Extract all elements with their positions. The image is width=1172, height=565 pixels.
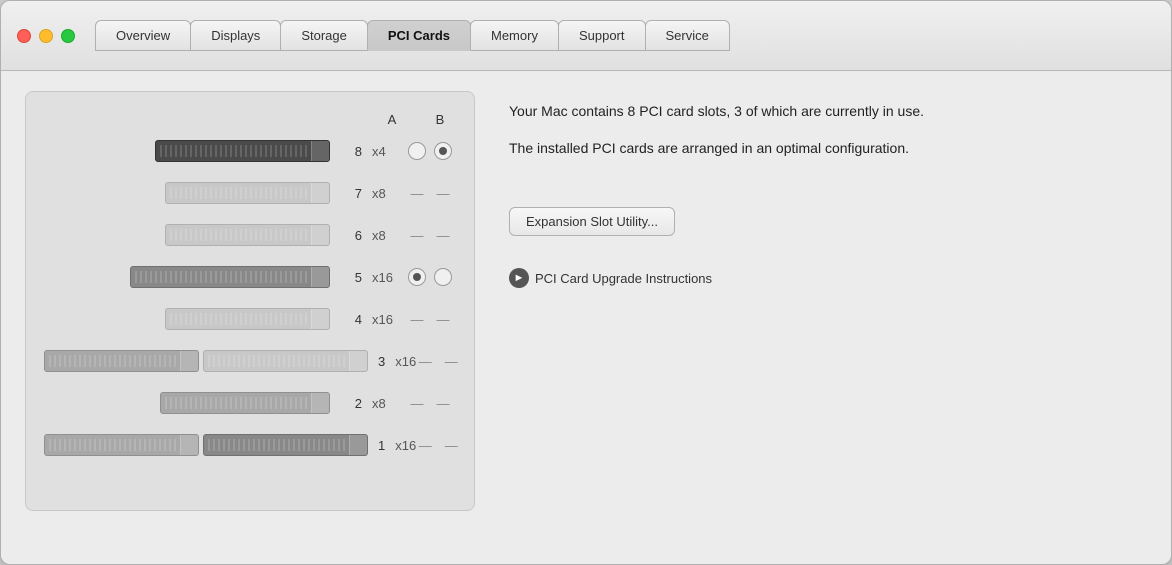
tab-bar: OverviewDisplaysStoragePCI CardsMemorySu… <box>95 20 729 51</box>
tab-overview[interactable]: Overview <box>95 20 191 51</box>
col-b-label: B <box>430 112 450 127</box>
slot-row-7: 7x8—— <box>44 177 456 209</box>
upgrade-link-label: PCI Card Upgrade Instructions <box>535 271 712 286</box>
pci-card-right-4 <box>165 308 330 330</box>
upgrade-instructions-link[interactable]: ► PCI Card Upgrade Instructions <box>509 268 1137 288</box>
slot-speed-8: x4 <box>372 144 404 159</box>
slot-indicators-1: —— <box>416 438 460 453</box>
slot-number-6: 6 <box>340 228 362 243</box>
pci-card-right-6 <box>165 224 330 246</box>
tab-service[interactable]: Service <box>645 20 730 51</box>
slot-number-2: 2 <box>340 396 362 411</box>
slot-a-dash-7: — <box>408 186 426 201</box>
slot-b-radio-8[interactable] <box>434 142 452 160</box>
slot-a-dash-2: — <box>408 396 426 411</box>
info-text: Your Mac contains 8 PCI card slots, 3 of… <box>509 101 1137 175</box>
slot-b-dash-6: — <box>434 228 452 243</box>
slot-a-dash-4: — <box>408 312 426 327</box>
slot-indicators-5 <box>404 268 456 286</box>
toolbar: OverviewDisplaysStoragePCI CardsMemorySu… <box>1 1 1171 71</box>
slot-cards-4 <box>44 308 330 330</box>
slot-b-dash-3: — <box>442 354 460 369</box>
slot-cards-8 <box>44 140 330 162</box>
slot-number-4: 4 <box>340 312 362 327</box>
slot-speed-1: x16 <box>395 438 416 453</box>
slot-speed-3: x16 <box>395 354 416 369</box>
tab-storage[interactable]: Storage <box>280 20 368 51</box>
slot-a-radio-5[interactable] <box>408 268 426 286</box>
pci-card-left-1 <box>44 434 199 456</box>
slot-indicators-8 <box>404 142 456 160</box>
tab-displays[interactable]: Displays <box>190 20 281 51</box>
pci-card-right-1 <box>203 434 368 456</box>
slot-b-dash-7: — <box>434 186 452 201</box>
tab-pci-cards[interactable]: PCI Cards <box>367 20 471 51</box>
description-2: The installed PCI cards are arranged in … <box>509 138 1137 159</box>
slot-b-dash-1: — <box>442 438 460 453</box>
slot-b-dash-4: — <box>434 312 452 327</box>
close-button[interactable] <box>17 29 31 43</box>
slot-indicators-4: —— <box>404 312 456 327</box>
expansion-slot-utility-button[interactable]: Expansion Slot Utility... <box>509 207 675 236</box>
upgrade-icon: ► <box>509 268 529 288</box>
slot-cards-2 <box>44 392 330 414</box>
pci-card-right-8 <box>155 140 330 162</box>
slot-cards-7 <box>44 182 330 204</box>
slot-a-dash-6: — <box>408 228 426 243</box>
pci-card-right-2 <box>160 392 330 414</box>
pci-panel: A B 8x47x8——6x8——5x164x16——3x16——2x8——1x… <box>25 91 475 511</box>
slot-indicators-7: —— <box>404 186 456 201</box>
slot-row-5: 5 x16 <box>44 261 456 293</box>
minimize-button[interactable] <box>39 29 53 43</box>
slot-number-7: 7 <box>340 186 362 201</box>
slot-number-1: 1 <box>378 438 385 453</box>
info-panel: Your Mac contains 8 PCI card slots, 3 of… <box>499 91 1147 288</box>
slot-speed-5: x16 <box>372 270 404 285</box>
slot-row-3: 3x16—— <box>44 345 456 377</box>
slot-speed-6: x8 <box>372 228 404 243</box>
pci-card-left-3 <box>44 350 199 372</box>
slot-number-3: 3 <box>378 354 385 369</box>
maximize-button[interactable] <box>61 29 75 43</box>
slots-header: A B <box>44 112 456 127</box>
slots-container: 8x47x8——6x8——5x164x16——3x16——2x8——1x16—— <box>44 135 456 461</box>
slot-cards-5 <box>44 266 330 288</box>
slot-indicators-2: —— <box>404 396 456 411</box>
slot-row-1: 1x16—— <box>44 429 456 461</box>
slot-row-6: 6x8—— <box>44 219 456 251</box>
slot-speed-4: x16 <box>372 312 404 327</box>
slot-indicators-3: —— <box>416 354 460 369</box>
slot-cards-6 <box>44 224 330 246</box>
slot-a-dash-1: — <box>416 438 434 453</box>
slot-number-5: 5 <box>340 270 362 285</box>
slot-b-dash-2: — <box>434 396 452 411</box>
slot-row-2: 2x8—— <box>44 387 456 419</box>
slot-row-8: 8 x4 <box>44 135 456 167</box>
slot-row-4: 4x16—— <box>44 303 456 335</box>
slot-number-8: 8 <box>340 144 362 159</box>
slot-indicators-6: —— <box>404 228 456 243</box>
description-1: Your Mac contains 8 PCI card slots, 3 of… <box>509 101 1137 122</box>
tab-support[interactable]: Support <box>558 20 646 51</box>
tab-memory[interactable]: Memory <box>470 20 559 51</box>
slot-a-radio-8[interactable] <box>408 142 426 160</box>
col-a-label: A <box>382 112 402 127</box>
slot-speed-2: x8 <box>372 396 404 411</box>
main-window: OverviewDisplaysStoragePCI CardsMemorySu… <box>0 0 1172 565</box>
pci-card-right-7 <box>165 182 330 204</box>
slot-cards-3 <box>44 350 368 372</box>
slot-b-radio-5[interactable] <box>434 268 452 286</box>
slot-cards-1 <box>44 434 368 456</box>
slot-a-dash-3: — <box>416 354 434 369</box>
window-controls <box>17 29 75 43</box>
slot-speed-7: x8 <box>372 186 404 201</box>
pci-card-right-5 <box>130 266 330 288</box>
content-area: A B 8x47x8——6x8——5x164x16——3x16——2x8——1x… <box>1 71 1171 564</box>
pci-card-right-3 <box>203 350 368 372</box>
